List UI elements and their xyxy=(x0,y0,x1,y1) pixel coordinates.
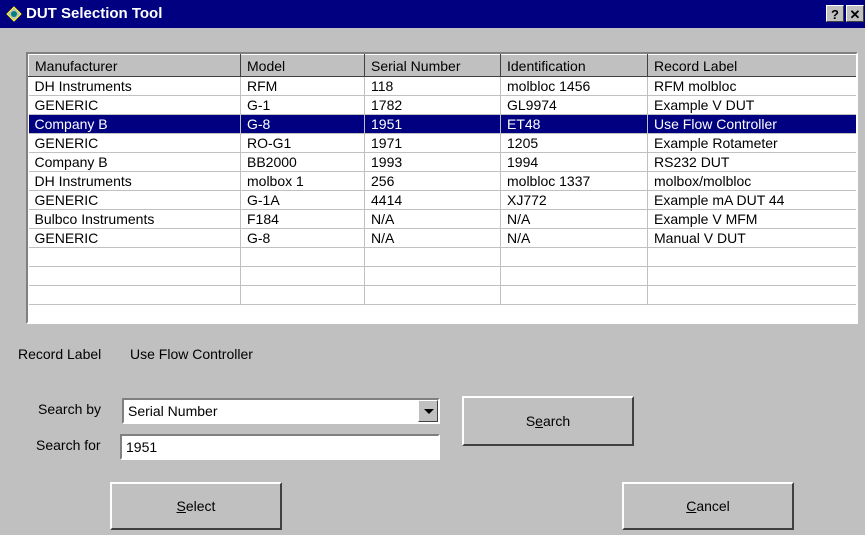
model-cell: G-1 xyxy=(240,95,365,115)
close-button[interactable]: ✕ xyxy=(846,5,864,22)
dut-table: Manufacturer Model Serial Number Identif… xyxy=(28,54,856,305)
record-label-cell xyxy=(647,285,856,305)
table-row[interactable]: Bulbco Instruments F184 N/A N/A Example V MF… xyxy=(28,209,856,229)
record-label-cell: Example V MFM xyxy=(647,209,856,229)
search-for-input[interactable]: 1951 xyxy=(120,434,440,460)
chevron-down-icon[interactable] xyxy=(418,400,438,422)
serial-number-cell xyxy=(364,285,501,305)
manufacturer-cell: Bulbco Instruments xyxy=(28,209,241,229)
title-bar[interactable]: DUT Selection Tool ? ✕ xyxy=(0,0,865,28)
serial-number-cell: 4414 xyxy=(364,190,501,210)
help-button[interactable]: ? xyxy=(826,5,844,22)
table-row[interactable]: GENERIC G-8 N/A N/A Manual V DUT xyxy=(28,228,856,248)
manufacturer-cell: GENERIC xyxy=(28,190,241,210)
column-header-manufacturer[interactable]: Manufacturer xyxy=(28,54,241,77)
identification-cell: XJ772 xyxy=(500,190,648,210)
identification-cell: 1994 xyxy=(500,152,648,172)
record-label-cell xyxy=(647,247,856,267)
manufacturer-cell xyxy=(28,266,241,286)
manufacturer-cell xyxy=(28,247,241,267)
serial-number-cell: N/A xyxy=(364,228,501,248)
serial-number-cell xyxy=(364,266,501,286)
table-row[interactable] xyxy=(28,247,856,267)
identification-cell: 1205 xyxy=(500,133,648,153)
identification-cell: molbloc 1456 xyxy=(500,76,648,96)
search-button[interactable]: Search xyxy=(462,396,634,446)
manufacturer-cell: DH Instruments xyxy=(28,76,241,96)
manufacturer-cell: Company B xyxy=(28,152,241,172)
search-by-value: Serial Number xyxy=(128,403,218,419)
model-cell: G-8 xyxy=(240,228,365,248)
serial-number-cell: 118 xyxy=(364,76,501,96)
record-label-cell: Example mA DUT 44 xyxy=(647,190,856,210)
dut-list[interactable]: Manufacturer Model Serial Number Identif… xyxy=(26,52,858,324)
search-by-label: Search by xyxy=(38,401,102,417)
manufacturer-cell: GENERIC xyxy=(28,95,241,115)
identification-cell: molbloc 1337 xyxy=(500,171,648,191)
record-label-cell: molbox/molbloc xyxy=(647,171,856,191)
column-header-record-label[interactable]: Record Label xyxy=(647,54,856,77)
serial-number-cell: 1971 xyxy=(364,133,501,153)
column-header-model[interactable]: Model xyxy=(240,54,365,77)
table-row[interactable]: Company B G-8 1951 ET48 Use Flow Controller xyxy=(28,114,856,134)
serial-number-cell: N/A xyxy=(364,209,501,229)
model-cell xyxy=(240,266,365,286)
model-cell xyxy=(240,247,365,267)
serial-number-cell: 1951 xyxy=(364,114,501,134)
manufacturer-cell: GENERIC xyxy=(28,228,241,248)
model-cell: RFM xyxy=(240,76,365,96)
record-label-cell: RS232 DUT xyxy=(647,152,856,172)
record-label-cell: RFM molbloc xyxy=(647,76,856,96)
table-row[interactable]: DH Instruments RFM 118 molbloc 1456 RFM molb… xyxy=(28,76,856,96)
serial-number-cell: 1993 xyxy=(364,152,501,172)
app-icon xyxy=(6,6,22,22)
cancel-button-label: Cancel xyxy=(686,498,730,514)
search-for-label: Search for xyxy=(36,437,101,453)
identification-cell xyxy=(500,285,648,305)
column-header-identification[interactable]: Identification xyxy=(500,54,648,77)
table-row[interactable]: GENERIC G-1A 4414 XJ772 Example mA DUT 44 xyxy=(28,190,856,210)
table-row[interactable] xyxy=(28,285,856,305)
table-row[interactable]: GENERIC G-1 1782 GL9974 Example V DUT xyxy=(28,95,856,115)
manufacturer-cell: GENERIC xyxy=(28,133,241,153)
search-by-dropdown[interactable]: Serial Number xyxy=(122,398,440,424)
column-header-serial-number[interactable]: Serial Number xyxy=(364,54,501,77)
window-title: DUT Selection Tool xyxy=(26,5,163,22)
identification-cell: N/A xyxy=(500,209,648,229)
model-cell: F184 xyxy=(240,209,365,229)
model-cell: G-8 xyxy=(240,114,365,134)
model-cell: RO-G1 xyxy=(240,133,365,153)
identification-cell: GL9974 xyxy=(500,95,648,115)
identification-cell xyxy=(500,247,648,267)
record-label-cell: Example V DUT xyxy=(647,95,856,115)
select-button-label: Select xyxy=(176,498,216,514)
record-label-cell: Use Flow Controller xyxy=(647,114,856,134)
serial-number-cell: 1782 xyxy=(364,95,501,115)
search-button-label: Search xyxy=(525,413,571,429)
identification-cell xyxy=(500,266,648,286)
table-row[interactable]: DH Instruments molbox 1 256 molbloc 1337 mol… xyxy=(28,171,856,191)
table-row[interactable]: Company B BB2000 1993 1994 RS232 DUT xyxy=(28,152,856,172)
identification-cell: N/A xyxy=(500,228,648,248)
record-label-cell: Example Rotameter xyxy=(647,133,856,153)
model-cell xyxy=(240,285,365,305)
model-cell: BB2000 xyxy=(240,152,365,172)
record-label-cell xyxy=(647,266,856,286)
identification-cell: ET48 xyxy=(500,114,648,134)
record-label-caption: Record Label xyxy=(18,346,102,362)
model-cell: molbox 1 xyxy=(240,171,365,191)
serial-number-cell: 256 xyxy=(364,171,501,191)
record-label-value: Use Flow Controller xyxy=(130,346,253,362)
record-label-cell: Manual V DUT xyxy=(647,228,856,248)
select-button[interactable]: Select xyxy=(110,482,282,530)
table-row[interactable] xyxy=(28,266,856,286)
model-cell: G-1A xyxy=(240,190,365,210)
manufacturer-cell xyxy=(28,285,241,305)
manufacturer-cell: Company B xyxy=(28,114,241,134)
serial-number-cell xyxy=(364,247,501,267)
cancel-button[interactable]: Cancel xyxy=(622,482,794,530)
manufacturer-cell: DH Instruments xyxy=(28,171,241,191)
table-row[interactable]: GENERIC RO-G1 1971 1205 Example Rotameter xyxy=(28,133,856,153)
header-row: Manufacturer Model Serial Number Identif… xyxy=(28,54,856,77)
